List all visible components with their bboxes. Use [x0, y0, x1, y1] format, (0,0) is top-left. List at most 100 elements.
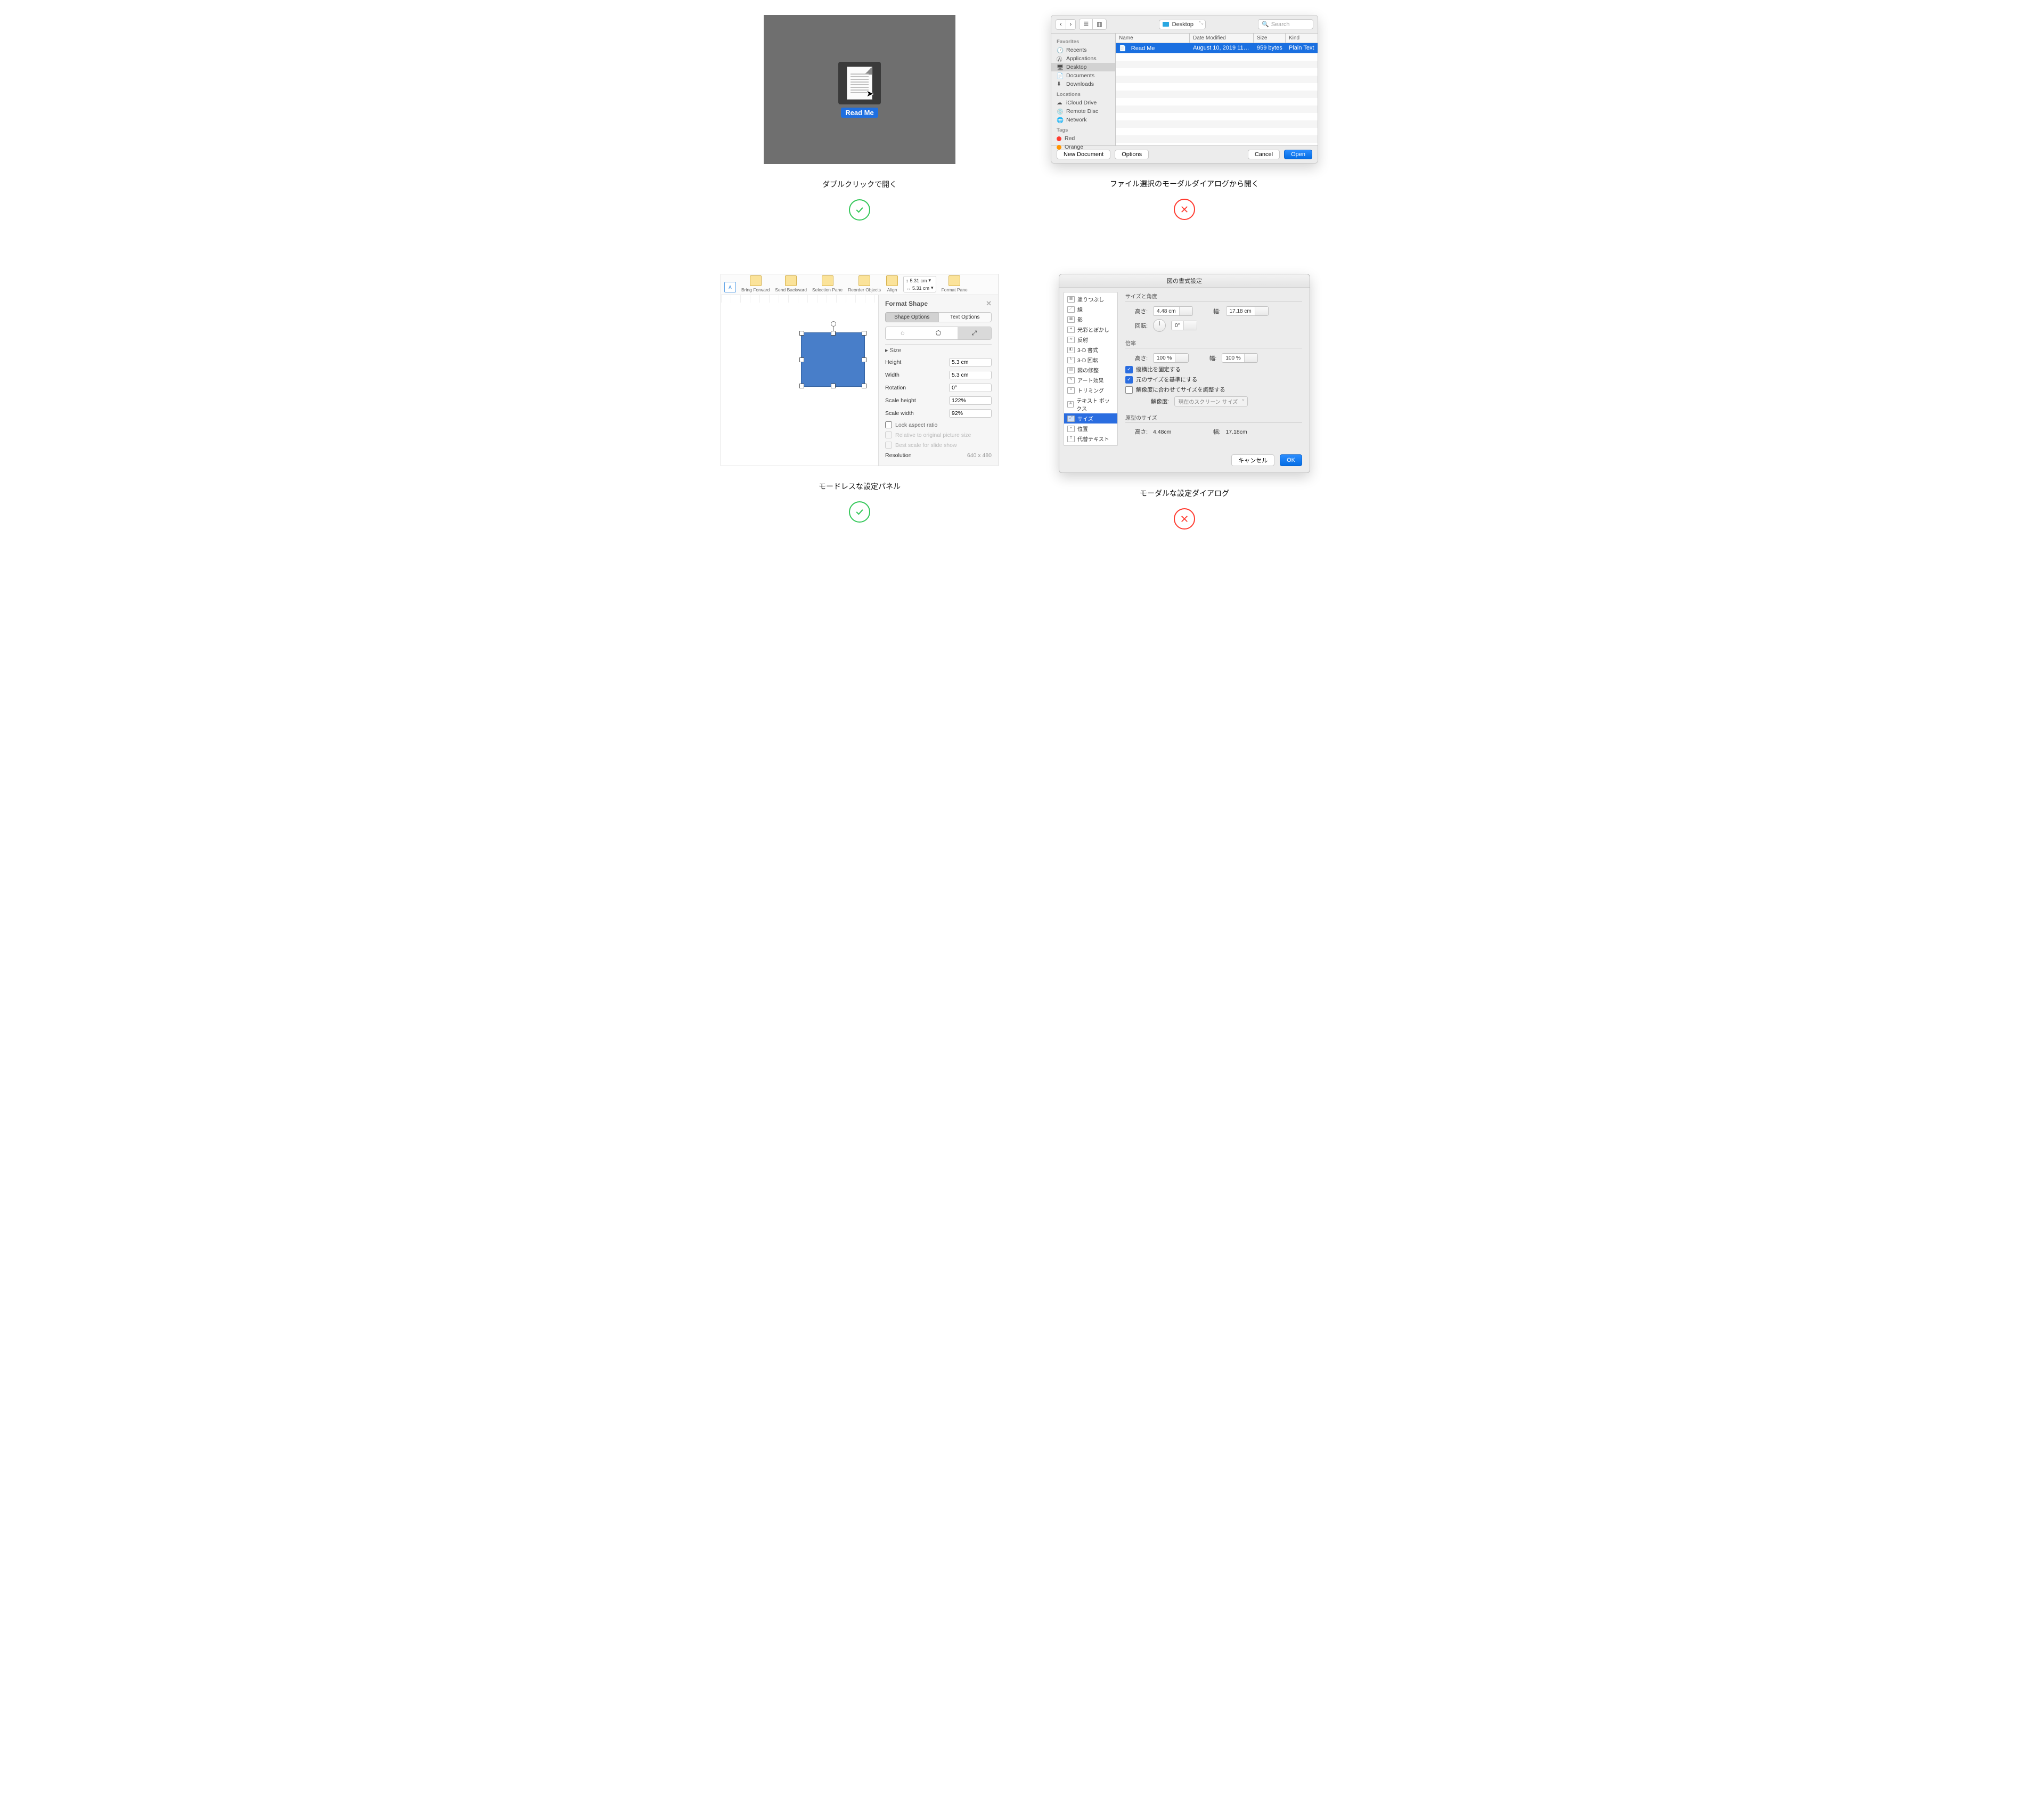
sidebar-item-downloads[interactable]: ⬇Downloads — [1051, 80, 1115, 88]
options-button[interactable]: Options — [1115, 150, 1149, 159]
resize-handle[interactable] — [831, 331, 836, 336]
side-item-position[interactable]: ⌖位置 — [1064, 424, 1117, 434]
effects-icon[interactable]: ⬠ — [921, 327, 955, 339]
side-item-crop[interactable]: ⌑トリミング — [1064, 385, 1117, 395]
rotation-input[interactable] — [949, 384, 992, 392]
scale-width-input[interactable]: 100 % — [1222, 353, 1257, 363]
caption: ファイル選択のモーダルダイアログから開く — [1110, 178, 1259, 189]
sidebar-item-recents[interactable]: 🕑Recents — [1051, 46, 1115, 54]
verdict-bad-icon — [1174, 199, 1195, 220]
side-item-alttext[interactable]: T代替テキスト — [1064, 434, 1117, 444]
ok-button[interactable]: OK — [1280, 454, 1302, 466]
sidebar-tag-red[interactable]: Red — [1051, 134, 1115, 143]
side-item-picture-correction[interactable]: ▤図の修整 — [1064, 365, 1117, 375]
resize-handle[interactable] — [799, 357, 804, 362]
sidebar-heading-tags: Tags — [1051, 124, 1115, 134]
cancel-button[interactable]: キャンセル — [1231, 454, 1274, 466]
relative-original-check[interactable]: ✓元のサイズを基準にする — [1125, 374, 1302, 385]
resize-handle[interactable] — [799, 331, 804, 336]
rotate-handle[interactable] — [831, 321, 836, 327]
rotation-dial[interactable] — [1153, 319, 1166, 332]
toolbar-format-pane[interactable]: Format Pane — [942, 275, 968, 292]
cancel-button[interactable]: Cancel — [1248, 150, 1280, 159]
resize-handle[interactable] — [799, 384, 804, 388]
categories-sidebar: ▦塗りつぶし ／線 ▩影 ✦光彩とぼかし ≋反射 ◧3-D 書式 ↻3-D 回転… — [1064, 292, 1118, 446]
side-item-shadow[interactable]: ▩影 — [1064, 314, 1117, 324]
width-input[interactable] — [949, 371, 992, 379]
search-input[interactable]: 🔍 Search — [1258, 19, 1313, 29]
sidebar-item-icloud[interactable]: ☁iCloud Drive — [1051, 99, 1115, 107]
fill-icon[interactable]: ◌ — [886, 327, 919, 339]
toolbar-textstyle[interactable]: A — [724, 282, 736, 292]
orig-width-label: 幅: — [1198, 428, 1220, 436]
height-label: Height — [885, 359, 901, 365]
resolution-value: 640 x 480 — [967, 452, 992, 459]
fit-resolution-check[interactable]: 解像度に合わせてサイズを調整する — [1125, 385, 1302, 395]
new-document-button[interactable]: New Document — [1057, 150, 1110, 159]
resize-handle[interactable] — [831, 384, 836, 388]
pane-tabs[interactable]: Shape Options Text Options — [885, 312, 992, 322]
sidebar-item-network[interactable]: 🌐Network — [1051, 116, 1115, 124]
sidebar-item-desktop[interactable]: 🖥Desktop — [1051, 63, 1115, 71]
side-item-line[interactable]: ／線 — [1064, 304, 1117, 314]
file-row[interactable]: 📄 Read Me August 10, 2019 11:13 959 byte… — [1116, 43, 1318, 53]
size-height-input[interactable]: 4.48 cm — [1153, 306, 1193, 316]
size-width-input[interactable]: 17.18 cm — [1226, 306, 1269, 316]
sidebar-item-remotedisc[interactable]: 💿Remote Disc — [1051, 107, 1115, 116]
group-scale-title: 倍率 — [1125, 339, 1302, 348]
desktop-open-example: ➤ Read Me — [764, 15, 955, 164]
group-size-angle-title: サイズと角度 — [1125, 292, 1302, 302]
modeless-pane-example: A Bring Forward Send Backward Selection … — [721, 274, 999, 466]
pane-close-icon[interactable]: ✕ — [986, 299, 992, 308]
side-item-fill[interactable]: ▦塗りつぶし — [1064, 294, 1117, 304]
resize-handle[interactable] — [862, 357, 866, 362]
caption: モードレスな設定パネル — [819, 481, 901, 492]
tab-shape-options[interactable]: Shape Options — [885, 312, 938, 322]
search-placeholder: Search — [1271, 21, 1290, 28]
open-button[interactable]: Open — [1284, 150, 1312, 159]
scale-height-input[interactable] — [949, 396, 992, 405]
sidebar-heading-favorites: Favorites — [1051, 36, 1115, 46]
side-item-glow[interactable]: ✦光彩とぼかし — [1064, 324, 1117, 335]
toolbar-bring-forward[interactable]: Bring Forward — [741, 275, 770, 292]
section-size-header[interactable]: ▸ Size — [885, 344, 992, 356]
toolbar-reorder-objects[interactable]: Reorder Objects — [848, 275, 881, 292]
orig-height-value: 4.48cm — [1153, 429, 1171, 435]
sidebar-item-applications[interactable]: ⒶApplications — [1051, 54, 1115, 63]
file-row-name: 📄 Read Me — [1116, 45, 1190, 52]
nav-back-forward[interactable]: ‹› — [1056, 19, 1076, 30]
height-input[interactable] — [949, 358, 992, 367]
location-popup[interactable]: Desktop — [1159, 20, 1206, 29]
toolbar-send-backward[interactable]: Send Backward — [775, 275, 807, 292]
sidebar-heading-locations: Locations — [1051, 88, 1115, 99]
side-item-3d-format[interactable]: ◧3-D 書式 — [1064, 345, 1117, 355]
toolbar-dimensions[interactable]: ↕ 5.31 cm ▾ ↔ 5.31 cm ▾ — [903, 276, 936, 292]
resolution-label: Resolution — [885, 452, 912, 459]
scale-width-input[interactable] — [949, 409, 992, 418]
selected-shape[interactable] — [801, 332, 865, 387]
side-item-artistic[interactable]: ✎アート効果 — [1064, 375, 1117, 385]
scale-width-label: 幅: — [1194, 354, 1216, 362]
lock-aspect-checkbox[interactable] — [885, 421, 892, 428]
document-canvas[interactable] — [721, 295, 879, 466]
lock-aspect-check[interactable]: ✓縦横比を固定する — [1125, 364, 1302, 374]
file-tile[interactable]: ➤ — [838, 62, 881, 104]
file-list-header[interactable]: Name Date Modified Size Kind — [1116, 34, 1318, 43]
side-item-reflection[interactable]: ≋反射 — [1064, 335, 1117, 345]
toolbar-selection-pane[interactable]: Selection Pane — [812, 275, 843, 292]
pane-mode-icons[interactable]: ◌ ⬠ ⤢ — [885, 327, 992, 340]
toolbar-align[interactable]: Align — [886, 275, 898, 292]
side-item-size[interactable]: ⤢サイズ — [1064, 413, 1117, 424]
side-item-3d-rotation[interactable]: ↻3-D 回転 — [1064, 355, 1117, 365]
orig-height-label: 高さ: — [1125, 428, 1148, 436]
tab-text-options[interactable]: Text Options — [938, 312, 992, 322]
resolution-select: 現在のスクリーン サイズ — [1174, 396, 1248, 406]
resize-handle[interactable] — [862, 384, 866, 388]
view-mode-segmented[interactable]: ☰▥ — [1079, 19, 1106, 30]
rotation-input[interactable]: 0° — [1171, 321, 1197, 330]
size-icon[interactable]: ⤢ — [958, 327, 991, 339]
side-item-textbox[interactable]: Aテキスト ボックス — [1064, 395, 1117, 413]
sidebar-item-documents[interactable]: 📄Documents — [1051, 71, 1115, 80]
resize-handle[interactable] — [862, 331, 866, 336]
scale-height-input[interactable]: 100 % — [1153, 353, 1189, 363]
